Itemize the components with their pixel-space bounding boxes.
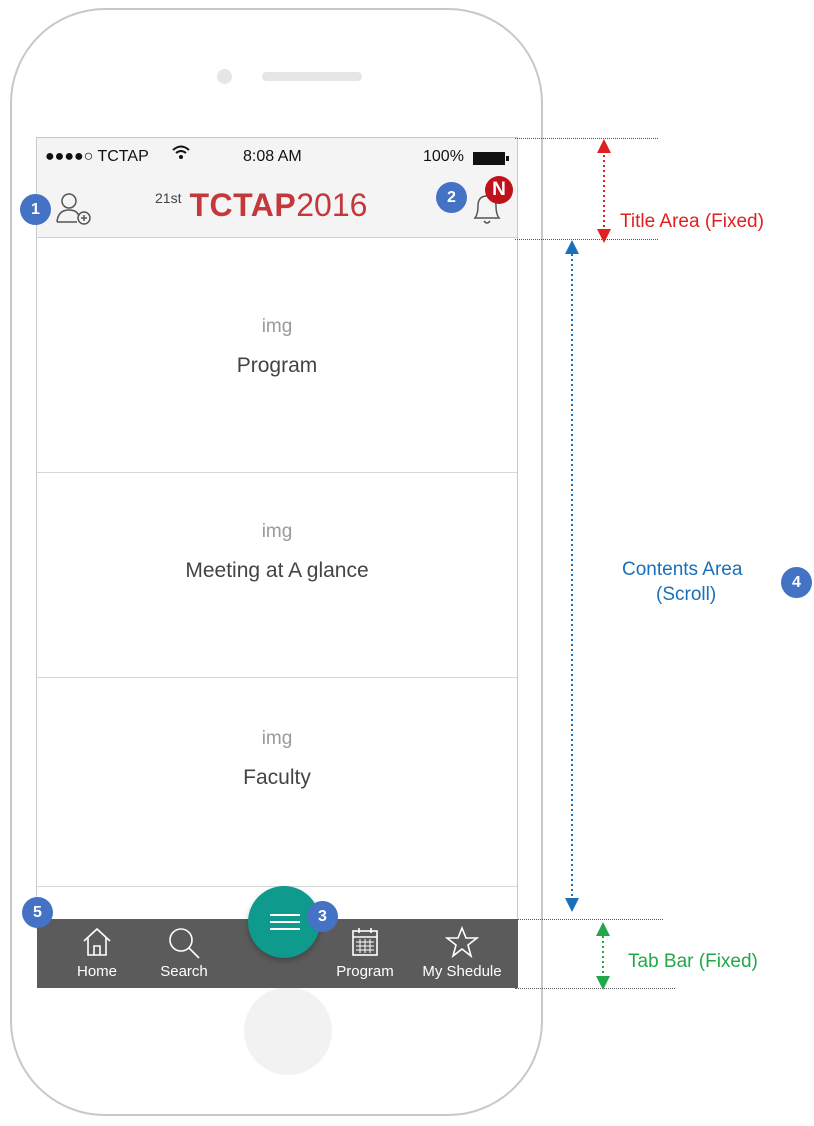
tab-bar-arrow bbox=[596, 922, 610, 990]
search-icon bbox=[169, 928, 200, 959]
card-label: Meeting at A glance bbox=[185, 559, 369, 582]
card-image-placeholder: img bbox=[261, 728, 293, 749]
annotation-badge-2: 2 bbox=[436, 182, 467, 213]
menu-icon bbox=[270, 914, 300, 916]
annotation-badge-5: 5 bbox=[22, 897, 53, 928]
title-area-label: Title Area (Fixed) bbox=[620, 211, 764, 232]
tab-home[interactable]: Home bbox=[57, 919, 137, 988]
annotation-badge-4: 4 bbox=[781, 567, 812, 598]
battery-percent: 100% bbox=[423, 148, 464, 165]
calendar-icon bbox=[352, 928, 378, 956]
title-area-arrow bbox=[597, 139, 611, 243]
tab-program[interactable]: Program bbox=[325, 919, 405, 988]
status-time: 8:08 AM bbox=[243, 148, 302, 165]
camera-dot bbox=[217, 69, 232, 84]
menu-card-meeting[interactable]: img Meeting at A glance bbox=[37, 473, 517, 678]
card-label: Faculty bbox=[243, 766, 311, 789]
tab-label: Search bbox=[160, 963, 208, 980]
home-icon bbox=[83, 927, 111, 956]
tab-search[interactable]: Search bbox=[144, 919, 224, 988]
menu-card-faculty[interactable]: img Faculty bbox=[37, 678, 517, 887]
logo-name: TCTAP bbox=[189, 187, 297, 223]
notification-badge: N bbox=[485, 176, 513, 204]
app-screen: ●●●●○ TCTAP 8:08 AM 100% 21st TCTAP 2016 bbox=[36, 137, 518, 929]
annotation-badge-3: 3 bbox=[307, 901, 338, 932]
card-image-placeholder: img bbox=[261, 521, 293, 542]
carrier-signal: ●●●●○ TCTAP bbox=[45, 148, 149, 165]
menu-card-program[interactable]: img Program bbox=[37, 238, 517, 473]
speaker-slot bbox=[262, 72, 362, 81]
tab-label: Program bbox=[336, 963, 394, 980]
contents-area-label-1: Contents Area bbox=[622, 559, 743, 580]
logo-edition: 21st bbox=[155, 190, 182, 206]
guide-line-title-bottom bbox=[515, 239, 658, 240]
tab-bar-label: Tab Bar (Fixed) bbox=[628, 951, 758, 972]
card-image-placeholder: img bbox=[261, 316, 293, 337]
card-label: Program bbox=[236, 354, 318, 377]
tab-my-schedule[interactable]: My Shedule bbox=[422, 919, 502, 988]
battery-icon bbox=[473, 152, 509, 165]
tab-label: Home bbox=[76, 963, 117, 980]
app-logo: 21st TCTAP 2016 bbox=[155, 184, 367, 224]
annotation-badge-1: 1 bbox=[20, 194, 51, 225]
add-user-icon[interactable] bbox=[55, 192, 95, 226]
wifi-icon bbox=[171, 144, 191, 165]
guide-line-top bbox=[515, 138, 658, 139]
home-hardware-button[interactable] bbox=[244, 987, 332, 1075]
contents-area-label-2: (Scroll) bbox=[656, 584, 717, 605]
star-icon bbox=[445, 925, 479, 959]
logo-year: 2016 bbox=[296, 187, 368, 223]
contents-area-arrow bbox=[565, 240, 579, 912]
tab-label: My Shedule bbox=[422, 963, 502, 980]
